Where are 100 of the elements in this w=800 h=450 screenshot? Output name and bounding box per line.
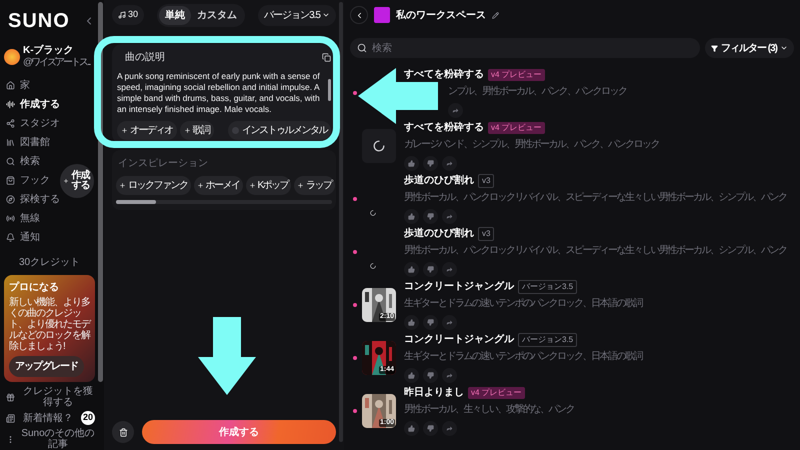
inspiration-chip[interactable]: ロックファンク xyxy=(116,176,190,195)
nav-item[interactable]: 無線 xyxy=(6,211,40,226)
scrollbar[interactable] xyxy=(98,2,103,382)
plus-icon xyxy=(63,178,69,184)
plus-icon xyxy=(196,182,204,189)
nav-item[interactable]: スタジオ xyxy=(6,116,60,131)
bag-icon xyxy=(6,176,15,185)
footer-link[interactable]: Sunoのその他の記事 xyxy=(21,428,95,450)
inspiration-chip[interactable]: ラップ xyxy=(294,176,335,195)
like-button[interactable] xyxy=(404,421,419,436)
create-fab[interactable]: 作成する xyxy=(60,164,94,198)
track-title[interactable]: すべてを粉砕する xyxy=(404,67,484,82)
workspace-title: 私のワークスペース xyxy=(396,8,486,22)
forward-arrow-icon xyxy=(446,319,453,326)
credits-count: 30クレジット xyxy=(18,256,82,270)
share-button[interactable] xyxy=(442,209,457,224)
like-button[interactable] xyxy=(404,315,419,330)
share-button[interactable] xyxy=(442,315,457,330)
trash-button[interactable] xyxy=(112,421,134,443)
trash-icon xyxy=(118,428,128,436)
instrumental-toggle[interactable]: インストゥルメンタル xyxy=(228,121,331,140)
spinner-icon xyxy=(370,262,376,268)
dislike-button[interactable] xyxy=(423,368,438,383)
nav-item[interactable]: 作成する xyxy=(6,97,60,112)
plus-icon xyxy=(184,127,190,134)
nav-item[interactable]: 家 xyxy=(6,78,30,93)
promo-title: プロになる xyxy=(9,280,60,295)
share-button[interactable] xyxy=(442,421,457,436)
version-badge: v4 プレビュー xyxy=(488,122,545,134)
track-row[interactable]: 歩道のひび割れ v3 男性ボーカル、パンクロックリバイバル、スピーディーな生々しい男性ボーカル、シンプル、パンク xyxy=(350,172,794,225)
track-title[interactable]: 歩道のひび割れ xyxy=(404,173,474,188)
thumbs-down-icon xyxy=(427,319,434,326)
like-button[interactable] xyxy=(404,368,419,383)
credits-button[interactable]: 30 xyxy=(112,5,144,25)
thumbs-down-icon xyxy=(427,372,434,379)
track-title[interactable]: コンクリートジャングル xyxy=(404,332,514,347)
compass-icon xyxy=(6,195,15,204)
description-field[interactable]: A punk song reminiscent of early punk with a sense of speed, imagining social rebellion and initial impulse. A simple band with drums, bass, guitar, and vocals, with an intensely finished image. Male vocals. xyxy=(117,71,324,115)
footer-link[interactable]: クレジットを獲得する xyxy=(21,386,95,408)
back-button[interactable] xyxy=(350,6,368,24)
thumbs-down-icon xyxy=(427,160,434,167)
thumbs-up-icon xyxy=(408,372,415,379)
track-row[interactable]: 歩道のひび割れ v3 男性ボーカル、パンクロックリバイバル、スピーディーな生々しい男性ボーカル、シンプル、パンク xyxy=(350,225,794,278)
spinner-icon xyxy=(370,210,376,216)
like-button[interactable] xyxy=(404,262,419,277)
nav-item[interactable]: 検索 xyxy=(6,154,40,169)
plus-icon xyxy=(248,182,256,189)
share-button[interactable] xyxy=(442,368,457,383)
dislike-button[interactable] xyxy=(423,156,438,171)
thumbs-down-icon xyxy=(427,213,434,220)
track-tags: ンプル、男性ボーカル、パンク、パンクロック xyxy=(448,84,626,99)
inspiration-chip[interactable]: ホーメイ xyxy=(194,176,242,195)
thumbs-up-icon xyxy=(408,319,415,326)
nav-item[interactable]: 探検する xyxy=(6,192,60,207)
dislike-button[interactable] xyxy=(423,315,438,330)
track-row[interactable]: すべてを粉砕する v4 プレビュー ガレージバンド、シンプル、男性ボーカル、パンク、パンクロック xyxy=(350,119,794,172)
audio-lines-icon xyxy=(6,100,15,109)
inspiration-title: インスピレーション xyxy=(117,157,209,171)
upgrade-button[interactable]: アップグレード xyxy=(9,356,84,377)
footer-link[interactable]: 新着情報？ xyxy=(21,412,75,424)
thumbs-up-icon xyxy=(408,160,415,167)
version-select[interactable]: バージョン3.5 xyxy=(258,4,336,26)
track-title[interactable]: コンクリートジャングル xyxy=(404,279,514,294)
share-button[interactable] xyxy=(442,156,457,171)
add-button[interactable]: オーディオ xyxy=(117,121,176,140)
nav-item[interactable]: フック xyxy=(6,173,50,188)
dislike-button[interactable] xyxy=(423,209,438,224)
dislike-button[interactable] xyxy=(423,421,438,436)
mode-tab[interactable]: カスタム xyxy=(191,6,244,24)
inspiration-chip[interactable]: Kポップ xyxy=(246,176,292,195)
plus-icon xyxy=(297,182,304,189)
search-field[interactable]: 検索 xyxy=(350,38,700,58)
text-scrollbar[interactable] xyxy=(328,79,331,101)
version-badge: バージョン3.5 xyxy=(518,280,578,294)
nav-item[interactable]: 通知 xyxy=(6,230,40,245)
filter-icon xyxy=(711,44,718,52)
nav-item[interactable]: 図書館 xyxy=(6,135,50,150)
share-button[interactable] xyxy=(448,103,463,118)
track-title[interactable]: 歩道のひび割れ xyxy=(404,226,474,241)
mode-tab[interactable]: 単純 xyxy=(159,6,192,24)
dislike-button[interactable] xyxy=(423,262,438,277)
pencil-icon[interactable] xyxy=(492,12,499,18)
spinner-icon xyxy=(373,140,385,152)
like-button[interactable] xyxy=(404,156,419,171)
news-badge: 20 xyxy=(81,411,95,425)
copy-icon[interactable] xyxy=(322,53,331,62)
thumbs-down-icon xyxy=(427,266,434,273)
thumbs-down-icon xyxy=(427,425,434,432)
track-title[interactable]: すべてを粉砕する xyxy=(404,120,484,135)
track-tags: 男性ボーカル、パンクロックリバイバル、スピーディーな生々しい男性ボーカル、シンプル、パンク xyxy=(404,243,786,258)
version-badge: v4 プレビュー xyxy=(468,386,525,398)
forward-arrow-icon xyxy=(452,107,459,114)
version-badge: v4 プレビュー xyxy=(488,68,545,80)
add-button[interactable]: 歌詞 xyxy=(180,121,214,140)
track-tags: ガレージバンド、シンプル、男性ボーカル、パンク、パンクロック xyxy=(404,137,659,152)
track-title[interactable]: 昨日よりまし xyxy=(404,385,464,400)
newspaper-icon xyxy=(6,414,15,422)
share-button[interactable] xyxy=(442,262,457,277)
filter-button[interactable]: フィルター (3) xyxy=(705,38,794,58)
like-button[interactable] xyxy=(404,209,419,224)
